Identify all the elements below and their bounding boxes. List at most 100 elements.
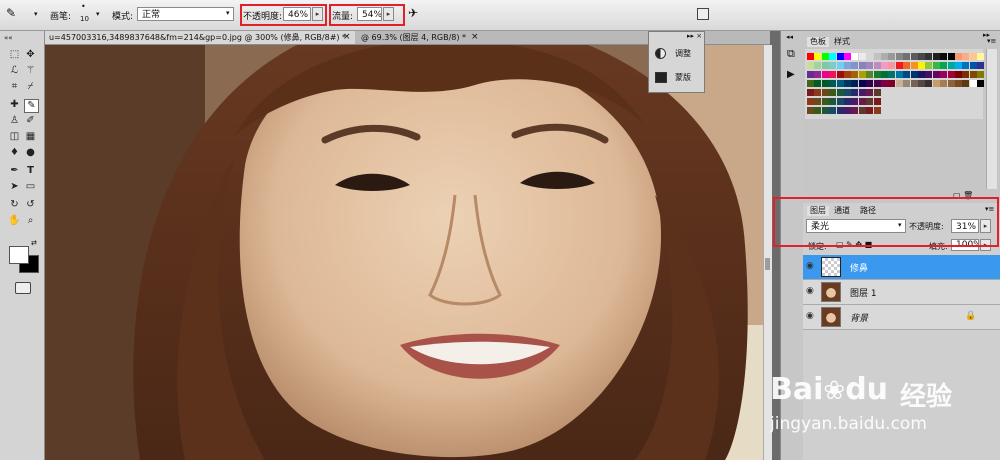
3d-rotate-tool-icon[interactable]: ↻ <box>8 199 21 211</box>
color-swatch[interactable] <box>903 53 911 60</box>
color-swatch[interactable] <box>851 98 859 105</box>
color-swatch[interactable] <box>844 98 851 105</box>
color-swatch[interactable] <box>910 62 918 69</box>
color-swatch[interactable] <box>851 80 859 87</box>
color-swatch[interactable] <box>940 80 948 87</box>
color-swatch[interactable] <box>895 53 903 60</box>
hand-tool-icon[interactable]: ✋ <box>8 215 21 227</box>
color-swatch[interactable] <box>829 71 837 78</box>
color-swatch[interactable] <box>836 89 844 96</box>
color-swatch[interactable] <box>962 71 970 78</box>
color-swatch[interactable] <box>844 89 851 96</box>
color-swatch[interactable] <box>807 71 814 78</box>
color-swatch[interactable] <box>932 53 940 60</box>
color-swatch[interactable] <box>940 62 948 69</box>
color-swatch[interactable] <box>858 89 866 96</box>
color-swatch[interactable] <box>925 71 933 78</box>
color-swatch[interactable] <box>932 71 940 78</box>
color-swatch[interactable] <box>969 53 977 60</box>
color-swatch[interactable] <box>851 62 859 69</box>
foreground-color-swatch[interactable] <box>9 246 29 264</box>
tab-swatches[interactable]: 色板 <box>807 37 829 47</box>
color-swatch[interactable] <box>940 53 948 60</box>
visibility-eye-icon[interactable]: ◉ <box>806 311 814 321</box>
color-swatch[interactable] <box>807 53 814 60</box>
color-swatch[interactable] <box>903 62 911 69</box>
color-swatch[interactable] <box>858 53 866 60</box>
scrollbar-thumb[interactable] <box>765 258 770 270</box>
brush-picker-arrow-icon[interactable]: ▾ <box>96 10 100 18</box>
clone-stamp-tool-icon[interactable]: ♙ <box>8 115 21 127</box>
color-swatch[interactable] <box>858 62 866 69</box>
color-swatch[interactable] <box>881 62 888 69</box>
color-swatch[interactable] <box>814 107 822 114</box>
color-swatch[interactable] <box>910 80 918 87</box>
color-swatch[interactable] <box>873 80 881 87</box>
tab-document-2[interactable]: @ 69.3% (图层 4, RGB/8) * <box>357 31 485 44</box>
color-swatch[interactable] <box>836 98 844 105</box>
color-swatch[interactable] <box>807 98 814 105</box>
color-swatch[interactable] <box>881 71 888 78</box>
visibility-eye-icon[interactable]: ◉ <box>806 286 814 296</box>
color-swatch[interactable] <box>881 53 888 60</box>
tool-preset-dropdown-icon[interactable]: ▾ <box>34 10 38 18</box>
dock-expand-icon[interactable]: ◂◂ <box>786 33 793 41</box>
color-swatch[interactable] <box>821 107 829 114</box>
tab-document-1[interactable]: u=457003316,3489837648&fm=214&gp=0.jpg @… <box>45 31 355 44</box>
layer-row[interactable]: ◉ 修鼻 <box>803 255 1000 280</box>
color-swatch[interactable] <box>910 53 918 60</box>
mode-chevron-down-icon[interactable]: ▾ <box>226 9 230 17</box>
color-swatch[interactable] <box>947 71 955 78</box>
color-swatch[interactable] <box>888 53 896 60</box>
color-swatch[interactable] <box>955 53 962 60</box>
color-swatch[interactable] <box>836 71 844 78</box>
color-swatch[interactable] <box>814 98 822 105</box>
brush-tool-active-icon[interactable]: ✎ <box>24 99 39 113</box>
mode-select[interactable]: 正常 <box>137 7 234 21</box>
swatches-grid[interactable] <box>805 49 985 119</box>
layer-row[interactable]: ◉ 背景 🔒 <box>803 305 1000 330</box>
brushes-panel-icon[interactable] <box>697 8 709 20</box>
color-swatch[interactable] <box>962 62 970 69</box>
color-swatch[interactable] <box>873 71 881 78</box>
color-swatch[interactable] <box>821 80 829 87</box>
color-swatch[interactable] <box>836 62 844 69</box>
color-swatch[interactable] <box>851 107 859 114</box>
magic-wand-tool-icon[interactable]: ⚚ <box>24 65 37 77</box>
history-panel-icon[interactable]: ⧉ <box>787 47 795 61</box>
color-swatch[interactable] <box>814 80 822 87</box>
color-swatch[interactable] <box>858 71 866 78</box>
color-swatch[interactable] <box>829 107 837 114</box>
healing-brush-tool-icon[interactable]: ✚ <box>8 99 21 111</box>
color-swatch[interactable] <box>821 98 829 105</box>
panel-menu-icon[interactable]: ▾≡ <box>987 37 996 45</box>
color-swatch[interactable] <box>918 80 925 87</box>
color-swatch[interactable] <box>844 107 851 114</box>
color-swatch[interactable] <box>888 71 896 78</box>
color-swatch[interactable] <box>814 71 822 78</box>
path-selection-tool-icon[interactable]: ➤ <box>8 181 21 193</box>
color-swatch[interactable] <box>969 62 977 69</box>
color-swatch[interactable] <box>836 53 844 60</box>
color-swatch[interactable] <box>807 62 814 69</box>
color-swatch[interactable] <box>925 80 933 87</box>
color-swatch[interactable] <box>947 53 955 60</box>
color-swatch[interactable] <box>895 62 903 69</box>
color-swatch[interactable] <box>858 80 866 87</box>
crop-tool-icon[interactable]: ⌗ <box>8 81 21 93</box>
color-swatch[interactable] <box>918 53 925 60</box>
color-swatch[interactable] <box>844 53 851 60</box>
color-swatch[interactable] <box>947 62 955 69</box>
tab-styles[interactable]: 样式 <box>831 37 853 47</box>
color-swatch[interactable] <box>866 107 874 114</box>
color-swatch[interactable] <box>844 62 851 69</box>
color-swatch[interactable] <box>866 71 874 78</box>
history-brush-tool-icon[interactable]: ✐ <box>24 115 37 127</box>
color-swatch[interactable] <box>895 71 903 78</box>
color-swatch[interactable] <box>821 71 829 78</box>
airbrush-icon[interactable]: ✈ <box>408 6 418 20</box>
color-swatch[interactable] <box>873 107 881 114</box>
color-swatch[interactable] <box>969 80 977 87</box>
panel-collapse-icon[interactable]: ▸▸ × <box>687 32 702 40</box>
color-swatch[interactable] <box>821 89 829 96</box>
